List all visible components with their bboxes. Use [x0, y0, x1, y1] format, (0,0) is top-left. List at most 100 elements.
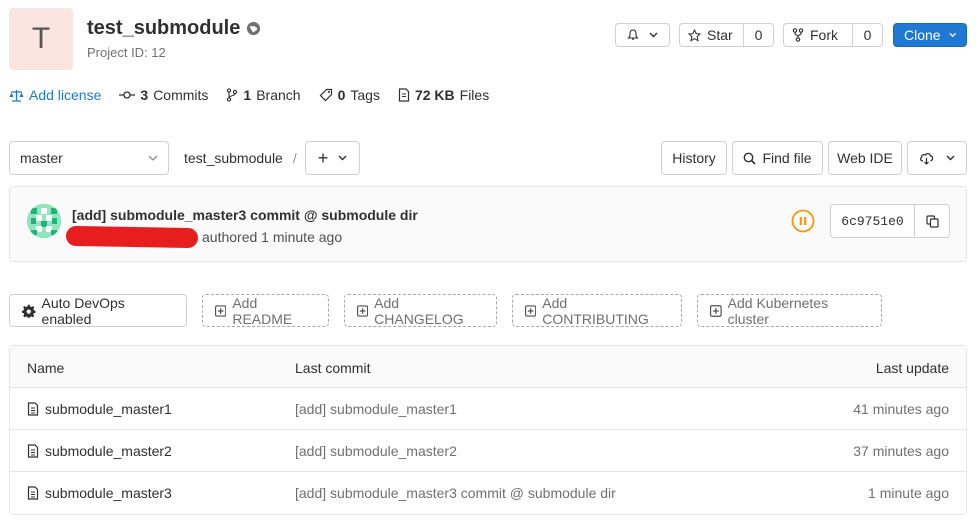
plus-square-icon	[215, 304, 227, 317]
fork-count[interactable]: 0	[853, 23, 883, 47]
add-kubernetes-cluster-button[interactable]: Add Kubernetes cluster	[697, 294, 882, 327]
breadcrumb-project[interactable]: test_submodule	[184, 150, 283, 166]
project-avatar: T	[9, 8, 73, 70]
auto-devops-label: Auto DevOps enabled	[41, 294, 125, 327]
files-size: 72 KB	[414, 87, 455, 103]
project-stats: Add license 3 Commits 1 Branch 0 Tags 72…	[9, 87, 489, 103]
history-label: History	[672, 150, 716, 166]
commit-sha[interactable]: 6c9751e0	[831, 205, 915, 237]
add-license-link[interactable]: Add license	[9, 87, 101, 103]
file-name[interactable]: submodule_master3	[45, 485, 172, 501]
file-icon	[27, 402, 39, 416]
chevron-down-icon	[338, 155, 347, 161]
file-last-commit[interactable]: [add] submodule_master1	[295, 401, 457, 417]
breadcrumb-separator: /	[292, 150, 297, 166]
file-last-commit[interactable]: [add] submodule_master2	[295, 443, 457, 459]
fork-button-group: Fork 0	[783, 23, 883, 47]
history-button[interactable]: History	[661, 141, 727, 175]
web-ide-button[interactable]: Web IDE	[828, 141, 902, 175]
pipeline-paused-icon[interactable]	[791, 209, 815, 233]
fork-icon	[792, 28, 804, 42]
add-dropdown-button[interactable]: +	[305, 141, 360, 175]
last-commit-panel: [add] submodule_master3 commit @ submodu…	[9, 186, 967, 262]
table-row[interactable]: submodule_master3 [add] submodule_master…	[10, 472, 966, 514]
table-row[interactable]: submodule_master2 [add] submodule_master…	[10, 430, 966, 472]
fork-label: Fork	[810, 27, 838, 43]
commits-link[interactable]: 3 Commits	[119, 87, 208, 103]
commit-sha-group: 6c9751e0	[830, 204, 950, 238]
identicon-icon	[27, 204, 61, 238]
file-icon	[398, 88, 410, 102]
file-icon	[27, 486, 39, 500]
commit-meta: authored 1 minute ago	[65, 225, 343, 249]
project-id: Project ID: 12	[87, 45, 166, 60]
add-kubernetes-cluster-label: Add Kubernetes cluster	[727, 294, 829, 327]
commit-title-link[interactable]: [add] submodule_master3 commit @ submodu…	[72, 207, 418, 223]
auto-devops-button[interactable]: Auto DevOps enabled	[9, 294, 187, 327]
project-title: test_submodule	[87, 17, 261, 40]
file-last-commit[interactable]: [add] submodule_master3 commit @ submodu…	[295, 485, 616, 501]
chevron-down-icon	[148, 155, 158, 161]
branches-count: 1	[243, 87, 252, 103]
column-header-name: Name	[27, 360, 65, 376]
add-changelog-label: Add CHANGELOG	[374, 294, 464, 327]
branches-link[interactable]: 1 Branch	[226, 87, 301, 103]
tags-link[interactable]: 0 Tags	[319, 87, 380, 103]
download-dropdown-button[interactable]	[907, 141, 967, 175]
chevron-down-icon	[948, 32, 956, 38]
globe-icon	[247, 21, 261, 36]
star-button-group: Star 0	[679, 23, 774, 47]
commit-authored-time: authored 1 minute ago	[202, 229, 343, 245]
add-contributing-label: Add CONTRIBUTING	[542, 294, 649, 327]
find-file-label: Find file	[762, 150, 812, 166]
files-label: Files	[459, 87, 490, 103]
scale-icon	[9, 89, 24, 102]
branch-icon	[227, 88, 238, 102]
tags-count: 0	[337, 87, 346, 103]
star-icon	[688, 28, 701, 42]
fork-button[interactable]: Fork	[783, 23, 853, 47]
clone-label: Clone	[904, 27, 941, 43]
table-header: Name Last commit Last update	[10, 346, 966, 388]
commits-label: Commits	[153, 87, 209, 103]
web-ide-label: Web IDE	[837, 150, 893, 166]
column-header-last-commit: Last commit	[295, 360, 371, 376]
cloud-download-icon	[920, 152, 934, 165]
file-tree-table: Name Last commit Last update submodule_m…	[9, 345, 967, 515]
plus-square-icon	[710, 304, 722, 317]
file-icon	[27, 444, 39, 458]
table-row[interactable]: submodule_master1 [add] submodule_master…	[10, 388, 966, 430]
project-avatar-letter: T	[31, 22, 51, 55]
file-name-cell[interactable]: submodule_master2	[27, 443, 172, 459]
add-changelog-button[interactable]: Add CHANGELOG	[344, 294, 497, 327]
plus-square-icon	[525, 304, 537, 317]
file-name-cell[interactable]: submodule_master3	[27, 485, 172, 501]
file-name[interactable]: submodule_master2	[45, 443, 172, 459]
notification-dropdown[interactable]	[615, 23, 670, 47]
file-last-update: 41 minutes ago	[853, 401, 949, 417]
add-readme-button[interactable]: Add README	[202, 294, 329, 327]
branches-label: Branch	[256, 87, 301, 103]
file-name[interactable]: submodule_master1	[45, 401, 172, 417]
plus-icon: +	[317, 147, 329, 168]
find-file-button[interactable]: Find file	[732, 141, 823, 175]
commit-author-avatar[interactable]	[27, 204, 61, 238]
file-last-update: 1 minute ago	[868, 485, 949, 501]
branch-select[interactable]: master	[9, 141, 169, 175]
star-button[interactable]: Star	[679, 23, 744, 47]
files-size-link[interactable]: 72 KB Files	[398, 87, 489, 103]
star-count[interactable]: 0	[744, 23, 774, 47]
tag-icon	[319, 88, 332, 102]
column-header-last-update: Last update	[875, 360, 949, 376]
project-name[interactable]: test_submodule	[87, 17, 240, 40]
file-name-cell[interactable]: submodule_master1	[27, 401, 172, 417]
search-icon	[744, 152, 757, 165]
add-readme-label: Add README	[232, 294, 293, 327]
tags-label: Tags	[350, 87, 380, 103]
add-contributing-button[interactable]: Add CONTRIBUTING	[512, 294, 682, 327]
file-last-update: 37 minutes ago	[853, 443, 949, 459]
clone-button[interactable]: Clone	[893, 23, 967, 47]
copy-icon	[925, 214, 939, 228]
breadcrumb: test_submodule /	[184, 150, 297, 166]
copy-sha-button[interactable]	[915, 205, 949, 237]
